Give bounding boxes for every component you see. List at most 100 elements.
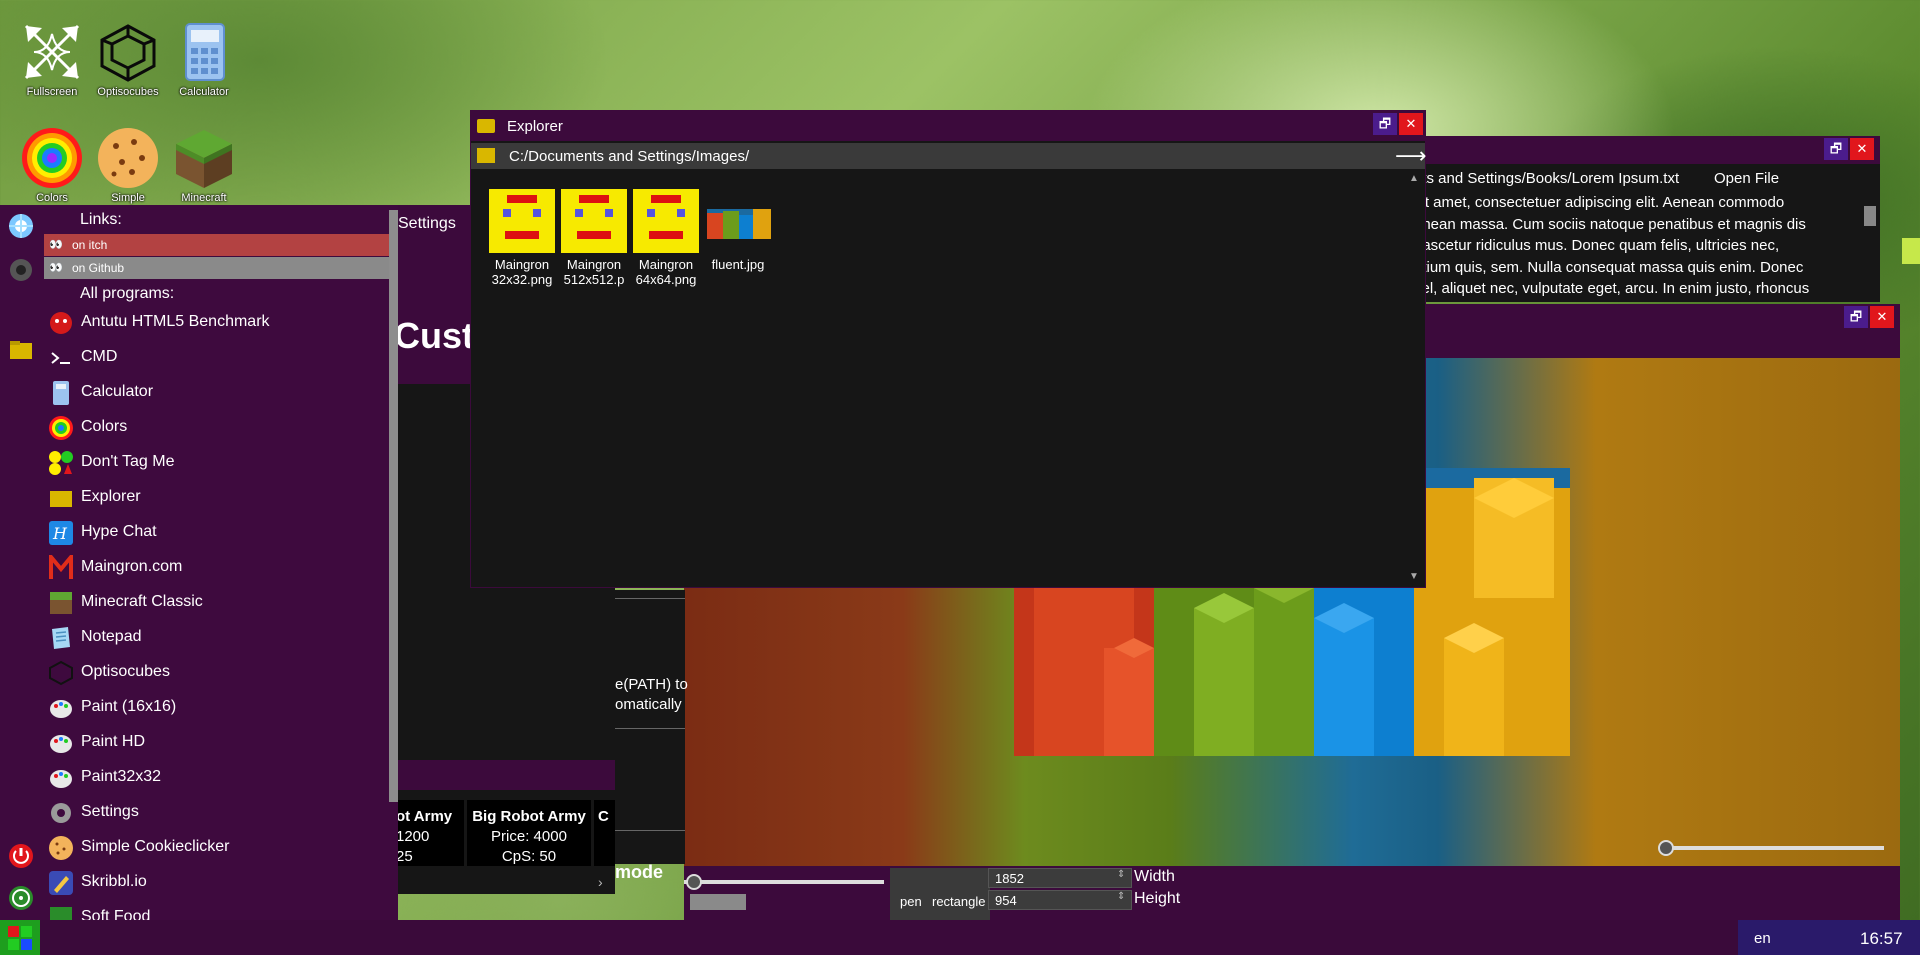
brush-size-slider[interactable] <box>684 880 884 884</box>
desktop-icon-minecraft[interactable]: Minecraft <box>166 126 242 204</box>
program-notepad[interactable]: Notepad <box>44 620 384 654</box>
program-skribbl[interactable]: Skribbl.io <box>44 865 384 899</box>
folder-up-icon[interactable] <box>477 148 495 163</box>
shop-card[interactable]: Big Robot Army Price: 4000 CpS: 50 <box>467 800 591 866</box>
start-button[interactable] <box>0 920 40 955</box>
program-paint-hd[interactable]: Paint HD <box>44 725 384 759</box>
palette-icon <box>48 730 74 756</box>
file-item[interactable]: Maingron 32x32.png <box>489 189 555 289</box>
file-item[interactable]: Maingron 64x64.png <box>633 189 699 289</box>
explorer-window[interactable]: Explorer 🗗 ✕ C:/Documents and Settings/I… <box>470 110 1427 588</box>
desktop-icon-label: Calculator <box>179 86 229 98</box>
image-thumbnail <box>561 189 627 253</box>
paint-close-button[interactable]: ✕ <box>1870 306 1894 328</box>
desktop-icon-label: Fullscreen <box>26 86 78 98</box>
link-itch[interactable]: 👀 on itch <box>44 234 390 256</box>
explorer-restore-button[interactable]: 🗗 <box>1373 113 1397 135</box>
start-menu-scrollbar[interactable] <box>389 210 398 802</box>
pen-tool[interactable]: pen <box>900 894 922 909</box>
address-path[interactable]: C:/Documents and Settings/Images/ <box>509 148 749 165</box>
zoom-slider-thumb[interactable] <box>1658 840 1674 856</box>
desktop-icon-label: Minecraft <box>181 192 227 204</box>
text-viewer-window[interactable]: nts and Settings/Books/Lorem Ipsum.txt O… <box>1410 136 1880 302</box>
width-input[interactable]: 1852 ⇕ <box>988 868 1132 888</box>
antutu-icon <box>48 310 74 336</box>
program-soft-food[interactable]: Soft Food <box>44 900 384 920</box>
colors-icon <box>48 415 74 441</box>
shop-card[interactable]: C <box>594 800 615 866</box>
program-colors[interactable]: Colors <box>44 410 384 444</box>
desktop-icon-label: Colors <box>36 192 68 204</box>
desktop-icon-label: Simple <box>111 192 145 204</box>
fullscreen-icon <box>20 20 84 84</box>
go-arrow-icon[interactable]: ⟶ <box>1395 143 1427 169</box>
desktop-icon-optisocubes[interactable]: Optisocubes <box>90 20 166 98</box>
program-settings[interactable]: Settings <box>44 795 384 829</box>
desktop-icon-colors[interactable]: Colors <box>14 126 90 204</box>
brush-size-slider-thumb[interactable] <box>686 874 702 890</box>
zoom-slider[interactable] <box>1664 846 1884 850</box>
explorer-close-button[interactable]: ✕ <box>1399 113 1423 135</box>
open-file-button[interactable]: Open File <box>1714 170 1779 187</box>
system-tray: en 16:57 <box>1738 920 1920 955</box>
image-thumbnail <box>705 189 771 253</box>
mode-label: mode <box>615 862 664 882</box>
address-bar[interactable]: C:/Documents and Settings/Images/ ⟶ <box>471 143 1427 169</box>
scroll-up-icon[interactable]: ▲ <box>1409 173 1419 184</box>
program-optisocubes[interactable]: Optisocubes <box>44 655 384 689</box>
cube-icon <box>48 660 74 686</box>
program-calculator[interactable]: Calculator <box>44 375 384 409</box>
text-scrollbar-thumb[interactable] <box>1864 206 1876 226</box>
user-avatar-icon[interactable] <box>6 211 36 241</box>
file-item[interactable]: fluent.jpg <box>705 189 771 289</box>
text-viewer-restore-button[interactable]: 🗗 <box>1824 138 1848 160</box>
explorer-title: Explorer <box>507 118 563 135</box>
height-input[interactable]: 954 ⇕ <box>988 890 1132 910</box>
image-thumbnail <box>633 189 699 253</box>
file-path: nts and Settings/Books/Lorem Ipsum.txt <box>1414 170 1680 187</box>
file-item[interactable]: Maingron 512x512.p <box>561 189 627 289</box>
rectangle-tool[interactable]: rectangle <box>932 894 985 909</box>
eyes-icon: 👀 <box>49 239 63 251</box>
program-antutu[interactable]: Antutu HTML5 Benchmark <box>44 305 384 339</box>
taskbar: en 16:57 <box>0 920 1920 955</box>
program-explorer[interactable]: Explorer <box>44 480 384 514</box>
links-heading: Links: <box>80 211 122 228</box>
width-stepper-icon[interactable]: ⇕ <box>1117 869 1125 880</box>
eyes-icon: 👀 <box>49 262 63 274</box>
desktop-icon-simple[interactable]: Simple <box>90 126 166 204</box>
program-cookieclicker[interactable]: Simple Cookieclicker <box>44 830 384 864</box>
gear-icon <box>48 800 74 826</box>
desktop-icon-fullscreen[interactable]: Fullscreen <box>14 20 90 98</box>
program-hype-chat[interactable]: H Hype Chat <box>44 515 384 549</box>
program-minecraft[interactable]: Minecraft Classic <box>44 585 384 619</box>
scroll-right-icon[interactable]: › <box>598 874 603 890</box>
program-paint-16[interactable]: Paint (16x16) <box>44 690 384 724</box>
link-github[interactable]: 👀 on Github <box>44 257 390 279</box>
edge-tab[interactable] <box>1902 238 1920 264</box>
program-dont-tag-me[interactable]: Don't Tag Me <box>44 445 384 479</box>
program-cmd[interactable]: CMD <box>44 340 384 374</box>
width-label: Width <box>1134 868 1175 885</box>
cookie-icon <box>48 835 74 861</box>
hype-chat-icon: H <box>48 520 74 546</box>
image-thumbnail <box>489 189 555 253</box>
all-programs-heading: All programs: <box>80 285 175 302</box>
shop-card[interactable]: ot Army 1200 25 <box>396 800 464 866</box>
settings-gear-icon[interactable] <box>6 255 36 285</box>
color-swatch[interactable] <box>690 894 746 910</box>
height-stepper-icon[interactable]: ⇕ <box>1117 891 1125 902</box>
cookie-icon <box>96 126 160 190</box>
program-paint32[interactable]: Paint32x32 <box>44 760 384 794</box>
paint-restore-button[interactable]: 🗗 <box>1844 306 1868 328</box>
program-maingron[interactable]: Maingron.com <box>44 550 384 584</box>
text-viewer-close-button[interactable]: ✕ <box>1850 138 1874 160</box>
language-indicator[interactable]: en <box>1754 930 1771 947</box>
settings-label: Settings <box>398 215 456 232</box>
grass-block-icon <box>172 126 236 190</box>
cmd-icon <box>48 345 74 371</box>
program-list: Antutu HTML5 Benchmark CMD Calculator Co… <box>0 305 398 920</box>
clock[interactable]: 16:57 <box>1860 929 1903 949</box>
scroll-down-icon[interactable]: ▼ <box>1409 571 1419 582</box>
desktop-icon-calculator[interactable]: Calculator <box>166 20 242 98</box>
